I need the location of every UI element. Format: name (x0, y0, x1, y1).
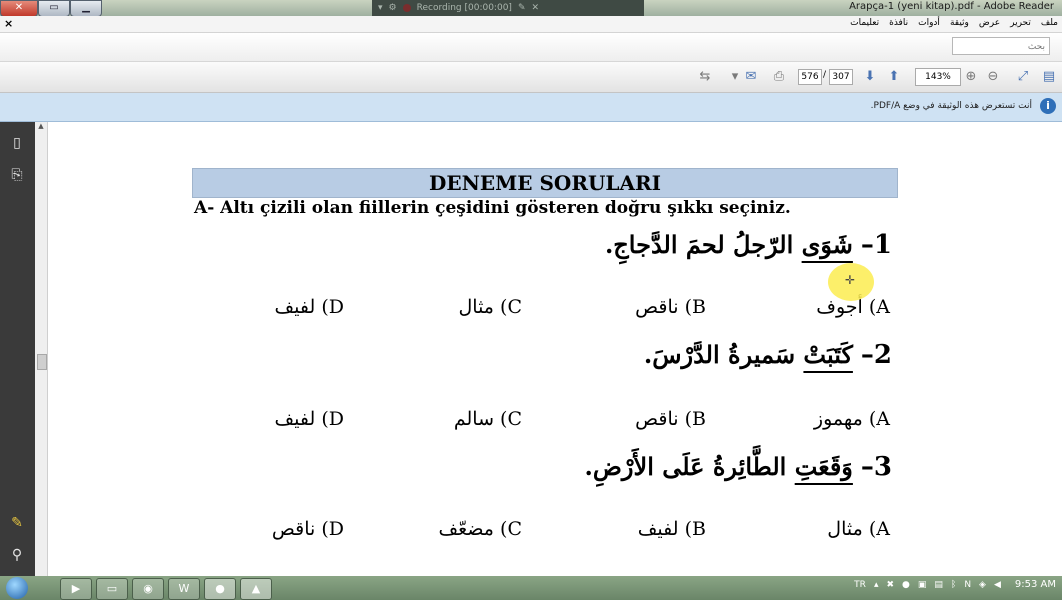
menu-file[interactable]: ملف (1041, 18, 1058, 28)
adobe-reader-icon[interactable]: ▲ (240, 578, 272, 600)
question-1: 1–شَوَى الرّجلُ لحمَ الدَّجاجِ. (605, 230, 892, 260)
menu-items: ملف تحرير عرض وثيقة أدوات نافذة تعليمات (850, 18, 1058, 28)
underlined-verb: شَوَى (801, 230, 853, 259)
scroll-up-icon[interactable]: ▲ (35, 122, 47, 132)
menu-document[interactable]: وثيقة (950, 18, 969, 28)
minimize-window-button[interactable]: ▁ (70, 0, 102, 17)
media-player-icon[interactable]: ▶ (60, 578, 92, 600)
toolbar: ⇆ ▾ ✉ ⎙ 576 / 307 ⬇ ⬆ 143% ⊕ ⊖ ⤢ ▤ (0, 62, 1062, 93)
document-title: DENEME SORULARI (192, 168, 898, 198)
underlined-verb: وَقَعَتِ (794, 452, 853, 481)
paperclip-icon[interactable]: ⚲ (8, 546, 26, 564)
question-1-option-d: D) لفيف (274, 296, 345, 318)
previous-page-icon[interactable]: ⬆ (885, 68, 903, 86)
question-1-option-c: C) مثال (458, 296, 522, 318)
collaborate-icon[interactable]: ⇆ (696, 68, 714, 86)
pdfa-info-bar: أنت تستعرض هذه الوثيقة في وضع PDF/A. i (0, 93, 1062, 122)
question-3-option-d: D) ناقص (271, 518, 344, 540)
underlined-verb: كَتَبَتْ (803, 340, 853, 369)
recording-label: Recording [00:00:00] (416, 3, 512, 13)
fit-width-icon[interactable]: ▤ (1040, 68, 1058, 86)
menu-window[interactable]: نافذة (889, 18, 908, 28)
search-input[interactable] (952, 37, 1050, 55)
question-number: 2– (860, 340, 892, 370)
zoom-in-icon[interactable]: ⊕ (962, 68, 980, 86)
file-explorer-icon[interactable]: ▭ (96, 578, 128, 600)
pen-icon[interactable]: ✎ (518, 3, 526, 13)
title-bar: ✕ ▭ ▁ ▾ ⚙ Recording [00:00:00] ✎ ✕ Arapç… (0, 0, 1062, 17)
menu-bar: × ملف تحرير عرض وثيقة أدوات نافذة تعليما… (0, 16, 1062, 33)
recorder-close-icon[interactable]: ✕ (531, 3, 539, 13)
zoom-level-select[interactable]: 143% (915, 68, 961, 86)
menu-help[interactable]: تعليمات (850, 18, 879, 28)
pages-panel-icon[interactable]: ▯ (8, 134, 26, 152)
question-text: الطَّائِرةُ عَلَى الأَرْضِ. (584, 452, 795, 481)
print-icon[interactable]: ⎙ (770, 68, 788, 86)
fit-page-icon[interactable]: ⤢ (1014, 68, 1032, 86)
vertical-scrollbar[interactable]: ▲ (35, 122, 48, 576)
pdfa-message: أنت تستعرض هذه الوثيقة في وضع PDF/A. (870, 101, 1032, 111)
search-row (0, 33, 1062, 62)
question-2-option-c: C) سالم (453, 408, 522, 430)
recorder-menu-icon[interactable]: ▾ (378, 3, 383, 13)
tray-messenger-icon[interactable]: ◈ (979, 580, 986, 590)
scrollbar-thumb[interactable] (37, 354, 47, 370)
page-separator: / (823, 70, 827, 80)
start-button[interactable] (6, 577, 28, 599)
question-2-option-b: B) ناقص (635, 408, 706, 430)
question-number: 3– (860, 452, 892, 482)
question-number: 1– (860, 230, 892, 260)
question-1-option-b: B) ناقص (635, 296, 706, 318)
question-3-option-b: B) لفيف (637, 518, 706, 540)
current-page-input[interactable]: 576 (798, 69, 822, 85)
language-indicator[interactable]: TR (854, 580, 866, 590)
onenote-icon[interactable]: N (964, 580, 971, 590)
question-3-option-a: A) مثال (827, 518, 890, 540)
document-page: DENEME SORULARI A- Altı çizili olan fiil… (48, 122, 1062, 576)
menu-tools[interactable]: أدوات (918, 18, 940, 28)
recording-bar: ▾ ⚙ Recording [00:00:00] ✎ ✕ (372, 0, 644, 16)
comments-icon[interactable]: ✎ (8, 514, 26, 532)
bluetooth-icon[interactable]: ᛒ (951, 580, 956, 590)
maximize-window-button[interactable]: ▭ (38, 0, 70, 17)
crosshair-cursor-icon: ✛ (845, 273, 856, 287)
question-text: سَميرةُ الدَّرْسَ. (643, 340, 804, 369)
next-page-icon[interactable]: ⬇ (861, 68, 879, 86)
total-pages: 307 (829, 69, 853, 85)
menu-view[interactable]: عرض (979, 18, 1000, 28)
navigation-pane: ▯ ⎘ ✎ ⚲ (0, 122, 35, 576)
volume-icon[interactable]: ◀ (994, 580, 1001, 590)
recorder-settings-icon[interactable]: ⚙ (389, 3, 397, 13)
close-document-icon[interactable]: × (4, 17, 13, 30)
tray-record-icon[interactable]: ● (902, 580, 910, 590)
taskbar: ▶ ▭ ◉ W ● ▲ TR ▴ ✖ ● ▣ ▤ ᛒ N ◈ ◀ 9:53 AM (0, 576, 1062, 600)
question-3-option-c: C) مضعّف (438, 518, 523, 540)
zoom-out-icon[interactable]: ⊖ (984, 68, 1002, 86)
question-2-option-d: D) لفيف (274, 408, 345, 430)
close-window-button[interactable]: ✕ (0, 0, 38, 17)
tray-app-icon[interactable]: ✖ (886, 580, 894, 590)
word-icon[interactable]: W (168, 578, 200, 600)
window-title: Arapça-1 (yeni kitap).pdf - Adobe Reader (849, 1, 1054, 12)
tray-window-icon[interactable]: ▤ (934, 580, 943, 590)
question-2-option-a: A) مهموز (813, 408, 890, 430)
system-tray: TR ▴ ✖ ● ▣ ▤ ᛒ N ◈ ◀ 9:53 AM (854, 579, 1056, 590)
window-controls: ✕ ▭ ▁ (0, 0, 102, 17)
menu-edit[interactable]: تحرير (1010, 18, 1031, 28)
pdf-attachments-icon[interactable]: ⎘ (8, 166, 26, 184)
create-pdf-icon[interactable]: ✉ (742, 68, 760, 86)
chrome-icon[interactable]: ◉ (132, 578, 164, 600)
recorder-app-icon[interactable]: ● (204, 578, 236, 600)
record-dot-icon[interactable] (402, 4, 411, 12)
question-2: 2–كَتَبَتْ سَميرةُ الدَّرْسَ. (644, 340, 892, 370)
info-icon: i (1040, 98, 1056, 114)
question-text: الرّجلُ لحمَ الدَّجاجِ. (604, 230, 802, 259)
question-3: 3–وَقَعَتِ الطَّائِرةُ عَلَى الأَرْضِ. (585, 452, 892, 482)
clock[interactable]: 9:53 AM (1015, 579, 1056, 590)
instruction-text: A- Altı çizili olan fiillerin çeşidini g… (194, 198, 791, 218)
tray-expand-icon[interactable]: ▴ (874, 580, 879, 590)
tray-camera-icon[interactable]: ▣ (918, 580, 927, 590)
